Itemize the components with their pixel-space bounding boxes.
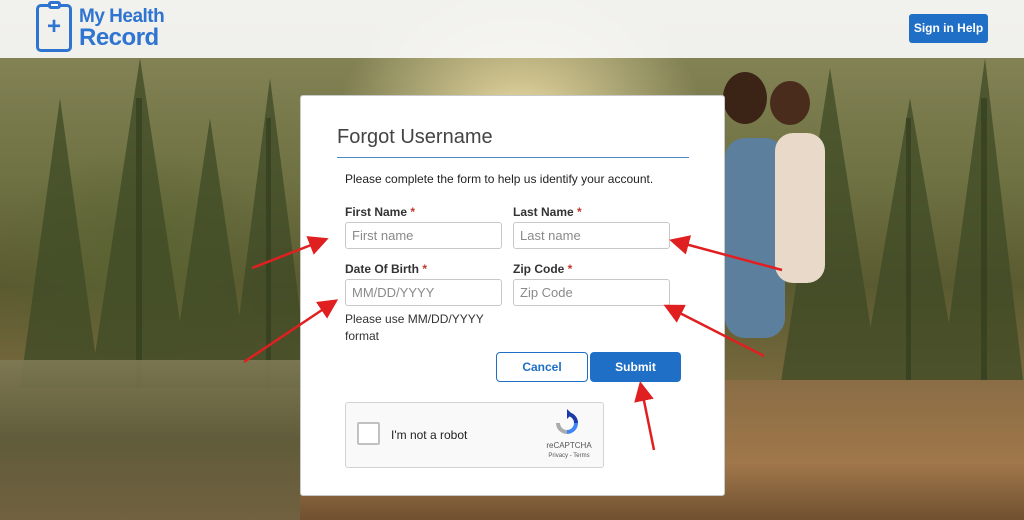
recaptcha-brand: reCAPTCHA [546,441,592,450]
zip-code-label-text: Zip Code [513,262,565,276]
dob-format-hint: Please use MM/DD/YYYY format [345,312,484,343]
zip-code-input[interactable] [513,279,670,306]
title-divider [337,157,689,158]
clipboard-icon: + [36,1,72,52]
lake [0,360,310,520]
recaptcha-checkbox[interactable] [357,422,380,445]
recaptcha-widget: I'm not a robot reCAPTCHA Privacy - Term… [345,402,604,468]
cancel-button[interactable]: Cancel [496,352,588,382]
last-name-label-text: Last Name [513,205,574,219]
first-name-input[interactable] [345,222,502,249]
page-title: Forgot Username [337,126,493,148]
submit-button[interactable]: Submit [590,352,681,382]
dob-input[interactable] [345,279,502,306]
last-name-input[interactable] [513,222,670,249]
zip-code-label: Zip Code * [513,262,572,276]
logo-line-2: Record [79,24,159,51]
required-marker: * [567,262,573,276]
first-name-label: First Name * [345,205,415,219]
required-marker: * [422,262,428,276]
recaptcha-label: I'm not a robot [391,428,468,442]
recaptcha-icon [556,409,578,434]
sign-in-help-button[interactable]: Sign in Help [909,14,988,43]
dob-label: Date Of Birth * [345,262,427,276]
required-marker: * [410,205,416,219]
forgot-username-card: Forgot Username Please complete the form… [300,95,725,496]
form-intro: Please complete the form to help us iden… [345,172,654,186]
last-name-label: Last Name * [513,205,582,219]
first-name-label-text: First Name [345,205,408,219]
recaptcha-links[interactable]: Privacy - Terms [541,453,597,459]
site-header: + My Health Record Sign in Help [0,0,1024,58]
dob-label-text: Date Of Birth [345,262,420,276]
site-logo[interactable]: My Health Record [79,6,165,51]
required-marker: * [577,205,582,219]
